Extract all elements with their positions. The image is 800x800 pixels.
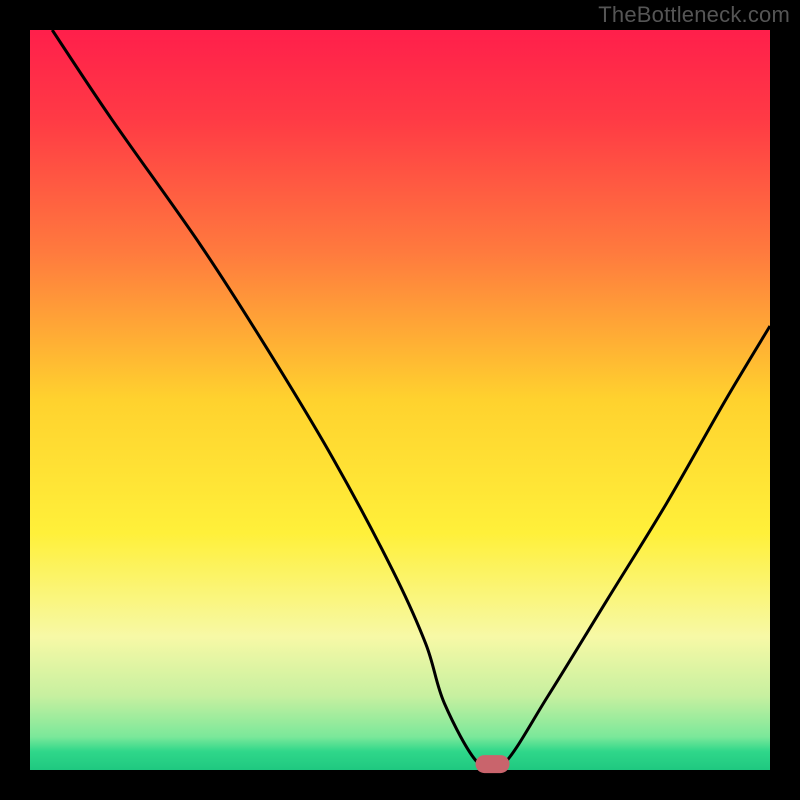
chart-container: TheBottleneck.com xyxy=(0,0,800,800)
bottleneck-chart xyxy=(0,0,800,800)
watermark-text: TheBottleneck.com xyxy=(598,2,790,28)
optimum-marker xyxy=(476,755,510,773)
plot-background xyxy=(30,30,770,770)
